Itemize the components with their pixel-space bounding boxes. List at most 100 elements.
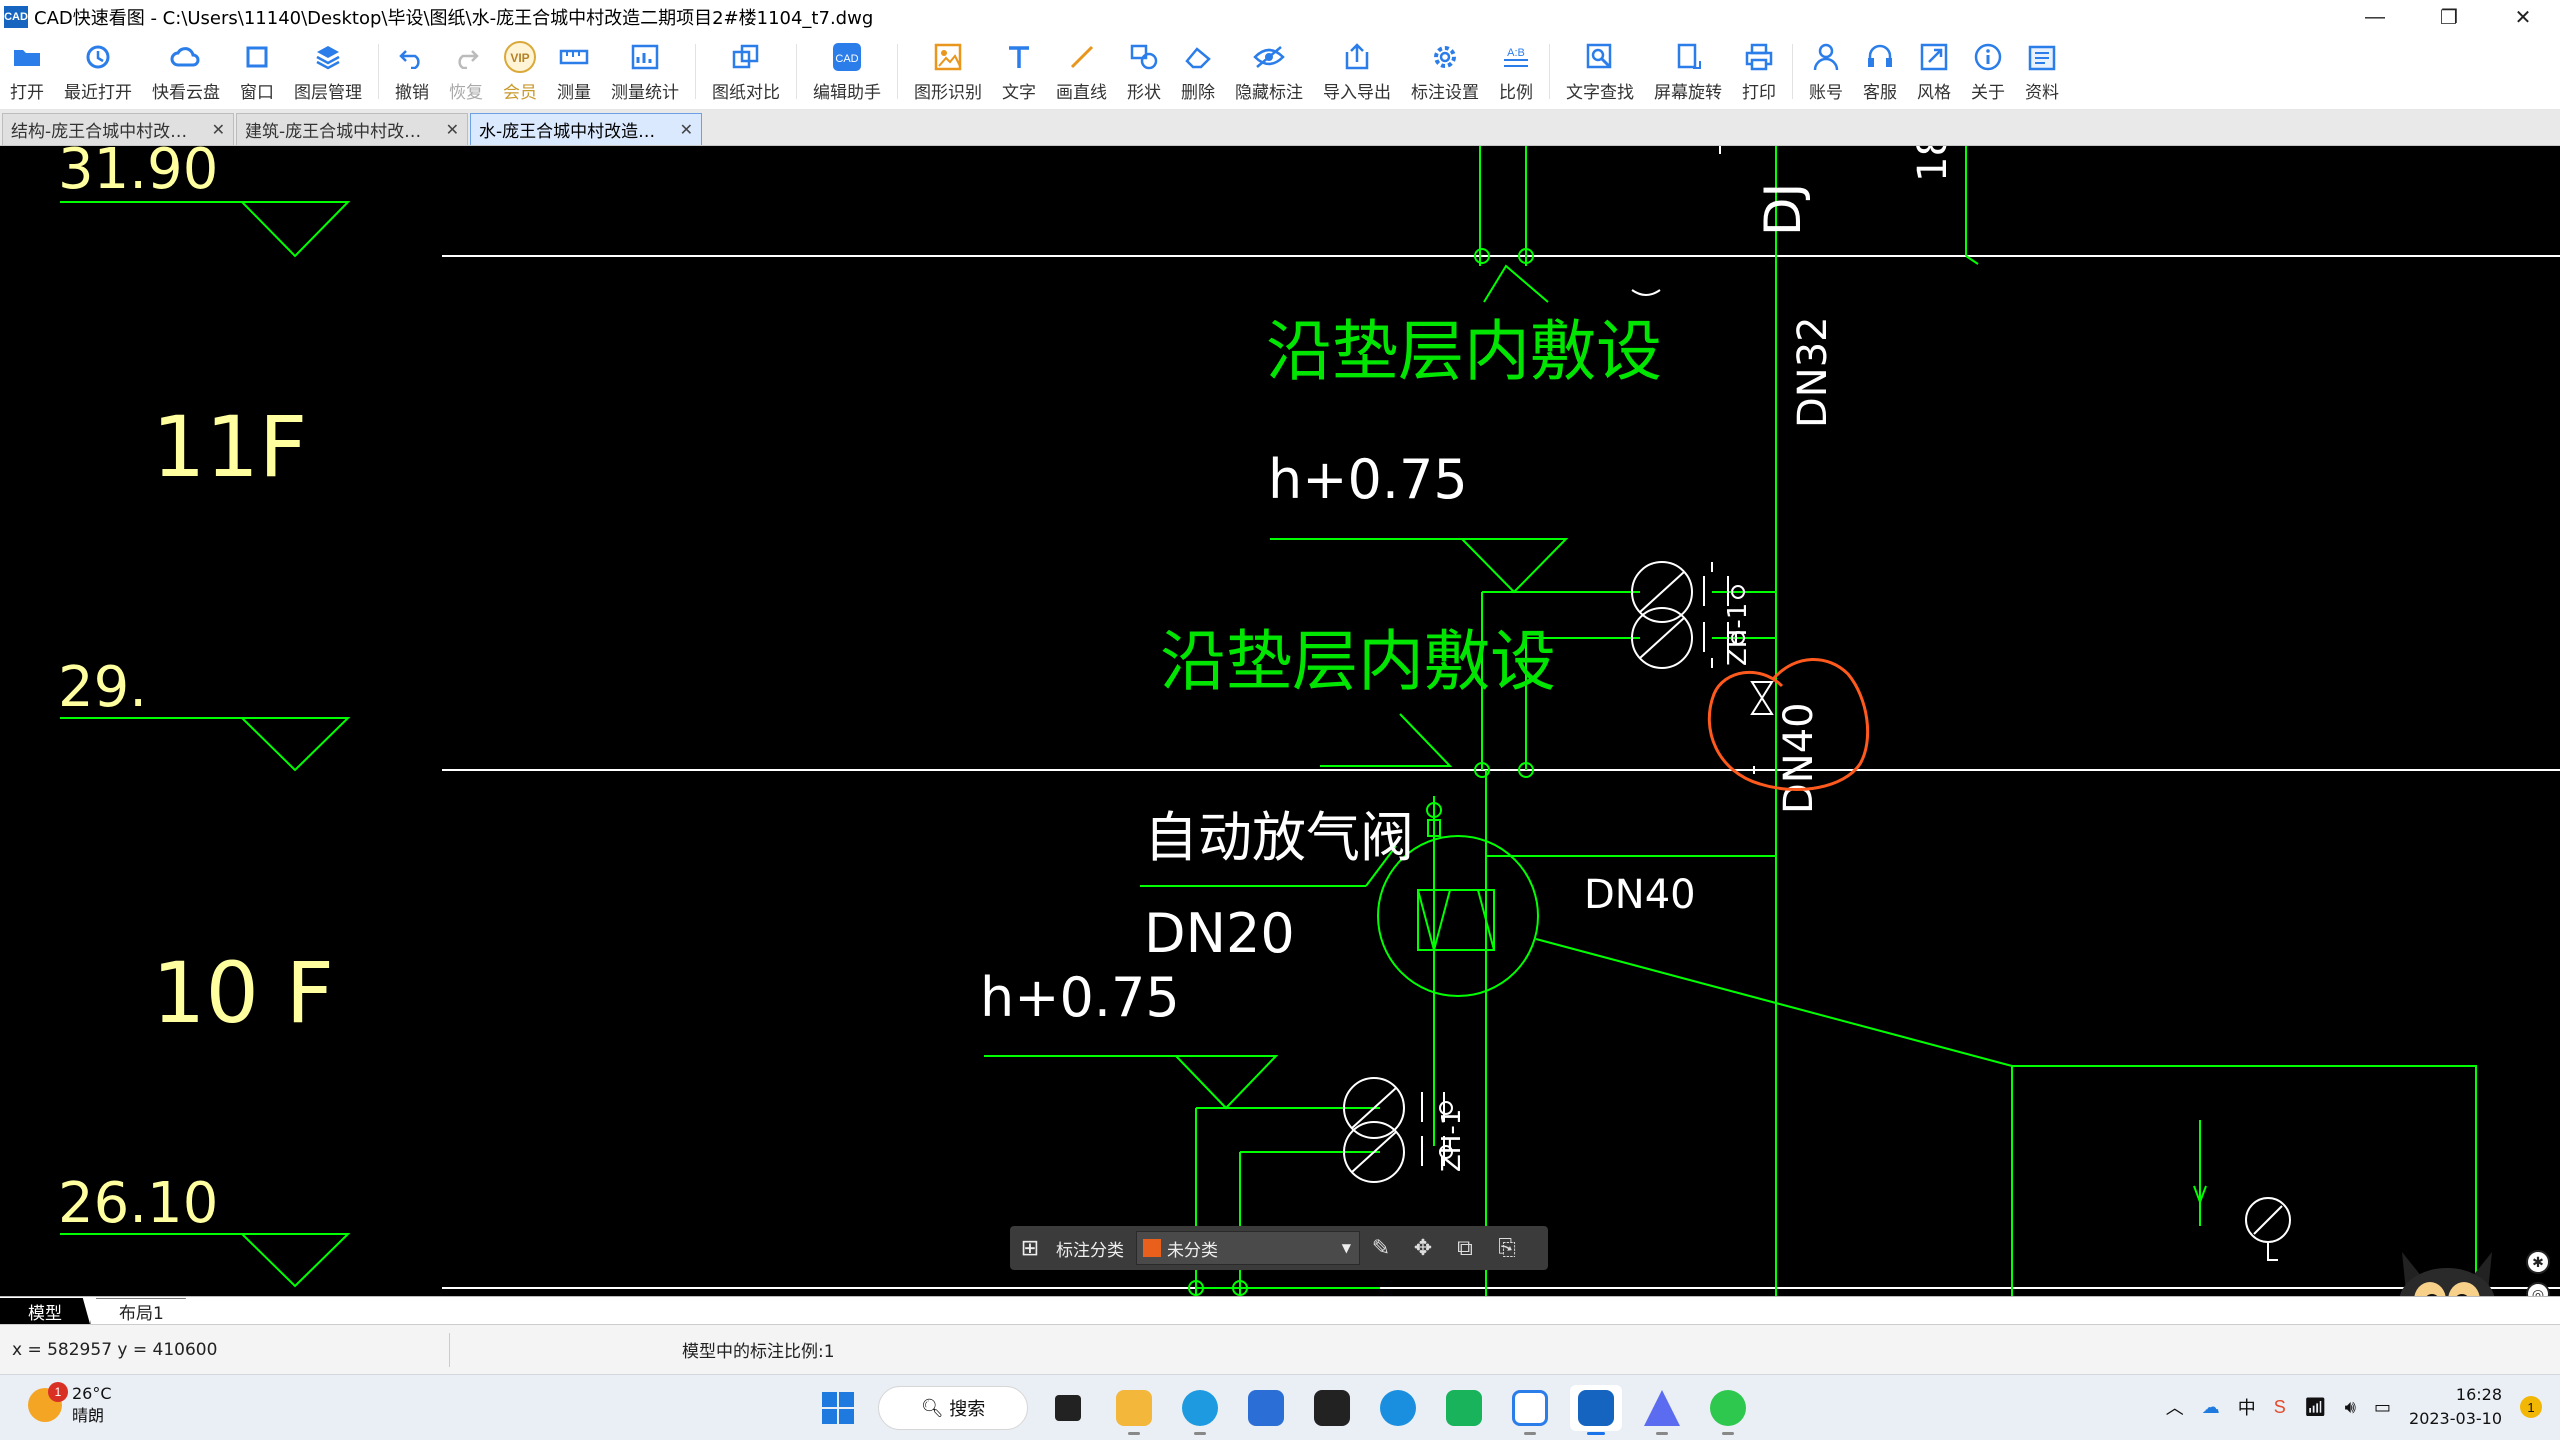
move-icon[interactable]: ✥ [1402, 1236, 1444, 1261]
annotation-category-select[interactable]: 未分类 ▼ [1136, 1231, 1360, 1265]
measure-button[interactable]: 测量 [547, 34, 601, 109]
minimize-icon[interactable]: — [2338, 0, 2412, 34]
ie-browser-icon[interactable] [1372, 1385, 1424, 1431]
shape-recognition-button[interactable]: 图形识别 [904, 34, 992, 109]
vip-button[interactable]: VIP 会员 [493, 34, 547, 109]
delete-button[interactable]: 删除 [1171, 34, 1225, 109]
compare-icon [729, 40, 763, 74]
store-icon[interactable] [1240, 1385, 1292, 1431]
unity-icon[interactable] [1306, 1385, 1358, 1431]
layers-button[interactable]: 图层管理 [284, 34, 372, 109]
h075-leader-lower [984, 1055, 1279, 1110]
open-button[interactable]: 打开 [0, 34, 54, 109]
status-bar: x = 582957 y = 410600 模型中的标注比例:1 [0, 1324, 2560, 1374]
edit-helper-button[interactable]: CAD 编辑助手 [803, 34, 891, 109]
printer-icon [1742, 40, 1776, 74]
vent-tank-body [1417, 889, 1495, 951]
elevation-marker-29 [60, 717, 351, 772]
window-button[interactable]: 窗口 [230, 34, 284, 109]
cad-viewer-taskbar-icon[interactable] [1570, 1385, 1622, 1435]
grid-icon[interactable]: ⊞ [1010, 1236, 1050, 1261]
edit-icon[interactable]: ✎ [1360, 1236, 1402, 1261]
doc-tab-water[interactable]: 水-庞王合城中村改造… ✕ [470, 113, 702, 145]
style-icon [1917, 40, 1951, 74]
bag-app-icon[interactable] [1438, 1385, 1490, 1431]
cloud-button[interactable]: 快看云盘 [142, 34, 230, 109]
floor-10-label: 10 F [152, 944, 334, 1042]
pipe-c-tick [1965, 255, 1979, 265]
elevation-marker-3190 [60, 201, 351, 258]
chevron-up-icon[interactable]: ︿ [2166, 1394, 2184, 1420]
recent-button[interactable]: 最近打开 [54, 34, 142, 109]
style-button[interactable]: 风格 [1907, 34, 1961, 109]
paste-icon[interactable]: ⎘ [1486, 1236, 1528, 1261]
toolbar-divider [695, 44, 696, 99]
hide-annotation-button[interactable]: 隐藏标注 [1225, 34, 1313, 109]
task-view-icon[interactable] [1042, 1385, 1094, 1431]
cloud-icon [169, 40, 203, 74]
text-button[interactable]: 文字 [992, 34, 1046, 109]
ime-indicator[interactable]: 中 [2238, 1394, 2256, 1420]
copy-icon[interactable]: ⧉ [1444, 1236, 1486, 1261]
wifi-icon[interactable]: 📶︎ [2304, 1397, 2327, 1418]
redo-button[interactable]: 恢复 [439, 34, 493, 109]
clock[interactable]: 16:28 2023-03-10 [2409, 1383, 2502, 1431]
cursor-coordinates: x = 582957 y = 410600 [0, 1332, 450, 1367]
weather-widget[interactable]: 1 26°C 晴朗 [28, 1382, 112, 1427]
redo-icon [449, 40, 483, 74]
undo-icon [395, 40, 429, 74]
docs-icon [2025, 40, 2059, 74]
meter-upper-2-slash [1639, 617, 1685, 659]
measure-stats-button[interactable]: 测量统计 [601, 34, 689, 109]
start-icon[interactable] [812, 1385, 864, 1431]
fragment-18-label: 18 [1910, 146, 1956, 182]
close-icon[interactable]: ✕ [212, 120, 225, 139]
edge-browser-icon[interactable] [1174, 1385, 1226, 1435]
compare-button[interactable]: 图纸对比 [702, 34, 790, 109]
shape-button[interactable]: 形状 [1117, 34, 1171, 109]
valve-code-1: ZH-1 [1723, 603, 1753, 666]
svg-text:VIP: VIP [510, 51, 529, 65]
print-button[interactable]: 打印 [1732, 34, 1786, 109]
settings-gear-icon[interactable]: ✱ [2526, 1250, 2550, 1274]
find-text-button[interactable]: 文字查找 [1556, 34, 1644, 109]
triangle-app-icon[interactable] [1636, 1385, 1688, 1435]
tab-layout1[interactable]: 布局1 [90, 1298, 192, 1324]
edit-helper-icon: CAD [830, 40, 864, 74]
tab-model[interactable]: 模型 [0, 1298, 90, 1324]
volume-icon[interactable]: 🔊︎ [2345, 1397, 2356, 1418]
elevation-texts: 31.90 11F 29. 10 F 26.10 [58, 146, 334, 1236]
toolbar-divider [897, 44, 898, 99]
doc-tab-structure[interactable]: 结构-庞王合城中村改… ✕ [2, 113, 234, 145]
annotation-settings-button[interactable]: 标注设置 [1401, 34, 1489, 109]
taskbar-search[interactable]: 🔍︎ 搜索 [878, 1386, 1028, 1430]
sogou-icon[interactable]: S [2274, 1397, 2286, 1418]
note-upper: 沿垫层内敷设 [1266, 313, 1662, 390]
restore-icon[interactable]: ❐ [2412, 0, 2486, 34]
close-icon[interactable]: ✕ [446, 120, 459, 139]
battery-icon[interactable]: ▭ [2374, 1397, 2391, 1418]
onedrive-icon[interactable]: ☁ [2202, 1397, 2220, 1418]
drawing-canvas[interactable]: 31.90 11F 29. 10 F 26.10 沿垫层内敷设 沿垫层内敷设 h… [0, 146, 2560, 1296]
import-export-button[interactable]: 导入导出 [1313, 34, 1401, 109]
wechat-icon[interactable] [1702, 1385, 1754, 1435]
close-icon[interactable]: ✕ [680, 120, 693, 139]
notification-badge[interactable]: 1 [2520, 1396, 2542, 1418]
docs-button[interactable]: 资料 [2015, 34, 2069, 109]
meter-right-stem [2267, 1242, 2278, 1261]
file-explorer-icon[interactable] [1108, 1385, 1160, 1435]
account-button[interactable]: 账号 [1799, 34, 1853, 109]
rotate-screen-button[interactable]: 屏幕旋转 [1644, 34, 1732, 109]
valve-code-2: ZH-1 [1437, 1109, 1467, 1172]
ratio-button[interactable]: A:B 比例 [1489, 34, 1543, 109]
about-button[interactable]: 关于 [1961, 34, 2015, 109]
line-button[interactable]: 画直线 [1046, 34, 1117, 109]
close-icon[interactable]: ✕ [2486, 0, 2560, 34]
dn40-horizontal-label: DN40 [1584, 872, 1696, 918]
doc-tab-architecture[interactable]: 建筑-庞王合城中村改… ✕ [236, 113, 468, 145]
undo-button[interactable]: 撤销 [385, 34, 439, 109]
annotation-category-label: 标注分类 [1056, 1240, 1124, 1261]
calculator-app-icon[interactable] [1504, 1385, 1556, 1435]
service-button[interactable]: 客服 [1853, 34, 1907, 109]
eraser-icon [1181, 40, 1215, 74]
